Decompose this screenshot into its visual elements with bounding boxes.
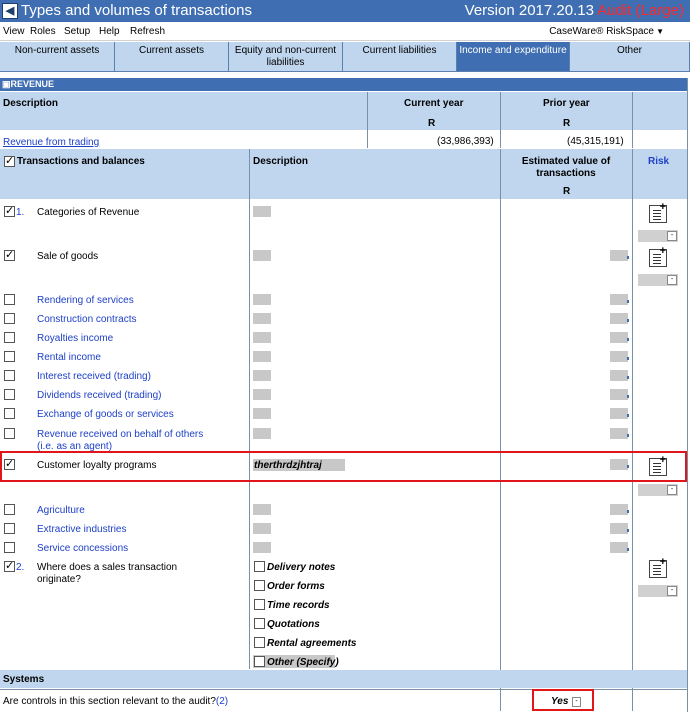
option-label: Delivery notes — [267, 562, 336, 573]
option-label: Order forms — [267, 581, 325, 592]
option-checkbox[interactable] — [254, 599, 265, 610]
prior-currency: R — [563, 118, 571, 129]
audit-label: Audit (Large) — [597, 2, 684, 19]
row-label[interactable]: Rental income — [37, 352, 101, 363]
option-label: Quotations — [267, 619, 320, 630]
option-label: Time records — [267, 600, 330, 611]
estimated-value-field[interactable] — [610, 250, 628, 261]
brand-menu[interactable]: CaseWare® RiskSpace — [549, 26, 654, 37]
menu-view[interactable]: View — [3, 26, 25, 37]
row-checkbox[interactable] — [4, 428, 15, 439]
description-field[interactable] — [253, 206, 271, 217]
prior-year-header: Prior year — [543, 98, 590, 109]
row-label[interactable]: Rendering of services — [37, 295, 134, 306]
estimated-currency: R — [563, 186, 571, 197]
version-label: Version 2017.20.13 Audit (Large) — [464, 2, 684, 19]
row-label[interactable]: Interest received (trading) — [37, 371, 151, 382]
add-note-icon[interactable] — [649, 556, 667, 578]
option-checkbox[interactable] — [254, 561, 265, 572]
row-checkbox[interactable] — [4, 248, 15, 261]
tab-equity[interactable]: Equity and non-current liabilities — [229, 42, 343, 72]
option-checkbox[interactable] — [254, 637, 265, 648]
row-label[interactable]: Agriculture — [37, 505, 85, 516]
answer-highlight-box — [532, 689, 594, 711]
option-checkbox[interactable] — [254, 656, 265, 667]
reference-link[interactable]: (2) — [216, 696, 228, 707]
risk-select[interactable]: - — [638, 230, 678, 242]
menu-roles[interactable]: Roles — [30, 26, 56, 37]
back-arrow-icon[interactable]: ◀ — [2, 3, 18, 19]
tab-income-expenditure[interactable]: Income and expenditure — [457, 42, 570, 72]
systems-header — [0, 670, 687, 688]
risk-column-header: Risk — [648, 156, 670, 167]
row-checkbox[interactable] — [4, 204, 15, 217]
add-note-icon[interactable] — [649, 245, 667, 267]
row-checkbox[interactable] — [4, 389, 15, 400]
menu-refresh[interactable]: Refresh — [130, 26, 165, 37]
tab-current-assets[interactable]: Current assets — [115, 42, 229, 72]
add-note-icon[interactable] — [649, 201, 667, 223]
description-column-header: Description — [253, 156, 309, 167]
estimated-value-header: Estimated value of transactions — [521, 156, 611, 179]
current-year-header: Current year — [404, 98, 464, 109]
row-checkbox[interactable] — [4, 332, 15, 343]
row-number: 2. — [16, 562, 25, 573]
risk-select[interactable]: - — [638, 274, 678, 286]
row-label[interactable]: Construction contracts — [37, 314, 137, 325]
row-label: Where does a sales transaction originate… — [37, 562, 178, 585]
chevron-down-icon[interactable]: ▼ — [656, 27, 664, 36]
revenue-section-header[interactable]: ▣REVENUE — [0, 78, 687, 91]
window-title: Types and volumes of transactions — [21, 2, 252, 19]
risk-select[interactable]: - — [638, 484, 678, 496]
title-bar: ◀ Types and volumes of transactions Vers… — [0, 0, 690, 22]
row-checkbox[interactable] — [4, 408, 15, 419]
row-checkbox[interactable] — [4, 294, 15, 305]
description-field[interactable] — [253, 250, 271, 261]
option-checkbox[interactable] — [254, 580, 265, 591]
prior-year-value: (45,315,191) — [567, 136, 624, 147]
highlight-box — [0, 451, 687, 482]
menu-setup[interactable]: Setup — [64, 26, 90, 37]
systems-header-label: Systems — [3, 674, 45, 685]
row-label[interactable]: Service concessions — [37, 543, 128, 554]
row-label[interactable]: Revenue received on behalf of others (i.… — [37, 429, 217, 451]
row-checkbox[interactable] — [4, 559, 15, 572]
row-checkbox[interactable] — [4, 370, 15, 381]
row-label: Sale of goods — [37, 251, 99, 262]
row-label[interactable]: Royalties income — [37, 333, 113, 344]
menu-bar: View Roles Setup Help Refresh CaseWare® … — [0, 23, 690, 41]
current-currency: R — [428, 118, 436, 129]
tab-current-liabilities[interactable]: Current liabilities — [343, 42, 457, 72]
row-checkbox[interactable] — [4, 351, 15, 362]
risk-select[interactable]: - — [638, 585, 678, 597]
row-checkbox[interactable] — [4, 313, 15, 324]
tab-non-current-assets[interactable]: Non-current assets — [0, 42, 115, 72]
row-checkbox[interactable] — [4, 504, 15, 515]
row-checkbox[interactable] — [4, 523, 15, 534]
collapse-icon[interactable]: ▣ — [2, 79, 11, 89]
transactions-header-label: Transactions and balances — [17, 156, 145, 167]
row-label[interactable]: Dividends received (trading) — [37, 390, 162, 401]
row-label: Categories of Revenue — [37, 207, 140, 218]
option-checkbox[interactable] — [254, 618, 265, 629]
menu-help[interactable]: Help — [99, 26, 120, 37]
option-label: Rental agreements — [267, 638, 357, 649]
row-checkbox[interactable] — [4, 542, 15, 553]
controls-question: Are controls in this section relevant to… — [3, 696, 229, 707]
option-label: Other (Specify) — [267, 657, 339, 668]
current-year-value: (33,986,393) — [437, 136, 494, 147]
select-all-checkbox[interactable] — [4, 154, 15, 167]
row-number: 1. — [16, 207, 25, 218]
revenue-from-trading-link[interactable]: Revenue from trading — [3, 137, 99, 148]
row-label[interactable]: Exchange of goods or services — [37, 409, 174, 420]
description-header: Description — [3, 98, 59, 109]
row-label[interactable]: Extractive industries — [37, 524, 126, 535]
tab-other[interactable]: Other — [570, 42, 690, 72]
section-tabs: Non-current assets Current assets Equity… — [0, 42, 690, 72]
